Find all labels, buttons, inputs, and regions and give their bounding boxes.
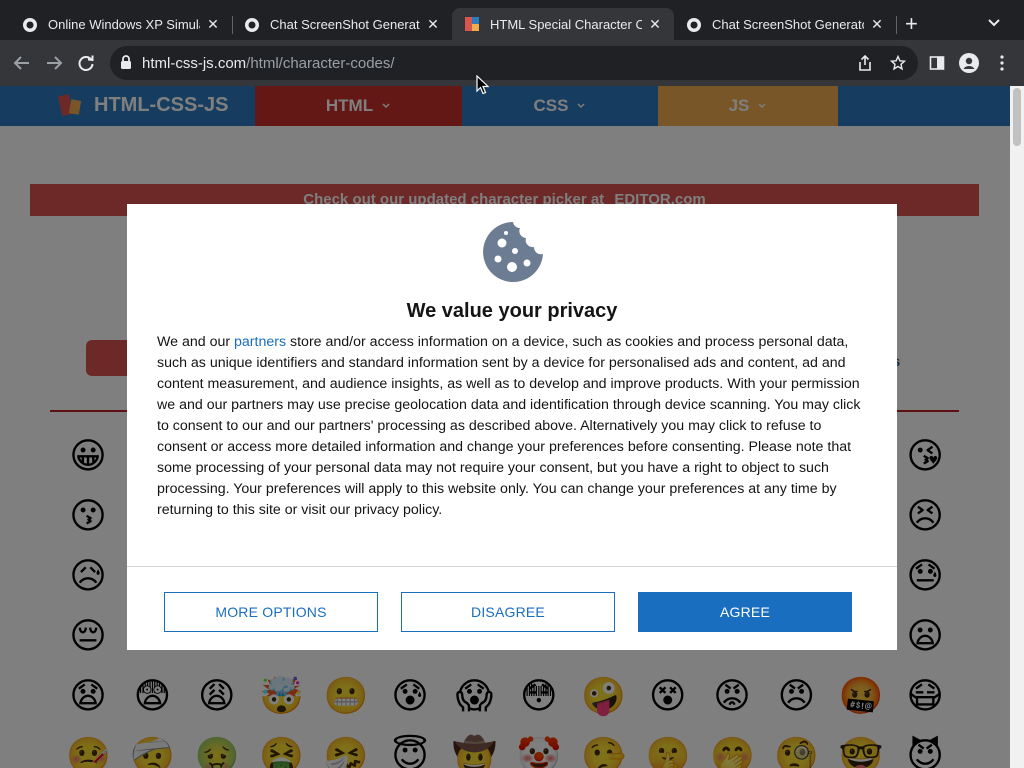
tab-title: Chat ScreenShot Generato [270, 17, 420, 32]
forward-arrow-icon[interactable] [42, 51, 66, 75]
close-tab-icon[interactable]: ✕ [204, 16, 222, 33]
close-tab-icon[interactable]: ✕ [646, 16, 664, 33]
partners-link[interactable]: partners [234, 334, 286, 350]
dialog-divider [127, 566, 897, 567]
lock-icon[interactable] [120, 55, 132, 74]
share-icon[interactable] [856, 54, 874, 72]
dialog-title: We value your privacy [406, 300, 618, 322]
tab-chat-screenshot-generator[interactable]: Chat ScreenShot Generato ✕ [232, 9, 452, 40]
reload-icon[interactable] [74, 51, 98, 75]
url-host: html-css-js.com [142, 55, 247, 72]
tab-title: Online Windows XP Simulat [48, 17, 200, 32]
privacy-consent-dialog: We value your privacy We and our partner… [127, 204, 897, 650]
url-path: /html/character-codes/ [246, 55, 395, 72]
address-bar[interactable]: html-css-js.com/html/character-codes/ [110, 46, 918, 80]
agree-button[interactable]: AGREE [638, 592, 852, 632]
dialog-body-intro: We and our [157, 334, 235, 350]
profile-avatar-icon[interactable] [959, 53, 979, 73]
close-tab-icon[interactable]: ✕ [424, 16, 442, 33]
tab-title: HTML Special Character Co [490, 16, 642, 32]
tab-windows-xp-simulator[interactable]: Online Windows XP Simulat ✕ [10, 9, 232, 40]
tab-chat-screenshot-generator-2[interactable]: Chat ScreenShot Generato ✕ [674, 9, 896, 40]
scrollbar-thumb[interactable] [1013, 88, 1021, 146]
mouse-cursor-icon [476, 75, 490, 95]
html-css-js-favicon-icon [464, 16, 480, 32]
chat-favicon-icon [22, 17, 38, 33]
more-menu-icon[interactable] [992, 53, 1012, 73]
disagree-button[interactable]: DISAGREE [401, 592, 615, 632]
tab-separator [896, 16, 897, 34]
close-tab-icon[interactable]: ✕ [868, 16, 886, 33]
tab-search-chevron-icon[interactable] [985, 14, 1003, 32]
web-page: HTML-CSS-JS HTML CSS JS Check out our up… [0, 86, 1024, 768]
back-arrow-icon[interactable] [10, 51, 34, 75]
side-panel-icon[interactable] [927, 53, 947, 73]
chat-favicon-icon [244, 17, 260, 33]
dialog-body-text: store and/or access information on a dev… [157, 334, 861, 518]
chat-favicon-icon [686, 17, 702, 33]
page-scrollbar[interactable] [1010, 86, 1024, 768]
tab-title: Chat ScreenShot Generato [712, 17, 864, 32]
dialog-body: We and our partners store and/or access … [157, 332, 872, 521]
cookie-icon [483, 222, 543, 282]
url-text[interactable]: html-css-js.com/html/character-codes/ [142, 55, 395, 72]
bookmark-star-icon[interactable] [889, 54, 907, 72]
more-options-button[interactable]: MORE OPTIONS [164, 592, 378, 632]
new-tab-button[interactable]: + [905, 13, 918, 35]
browser-toolbar: html-css-js.com/html/character-codes/ [0, 40, 1024, 86]
